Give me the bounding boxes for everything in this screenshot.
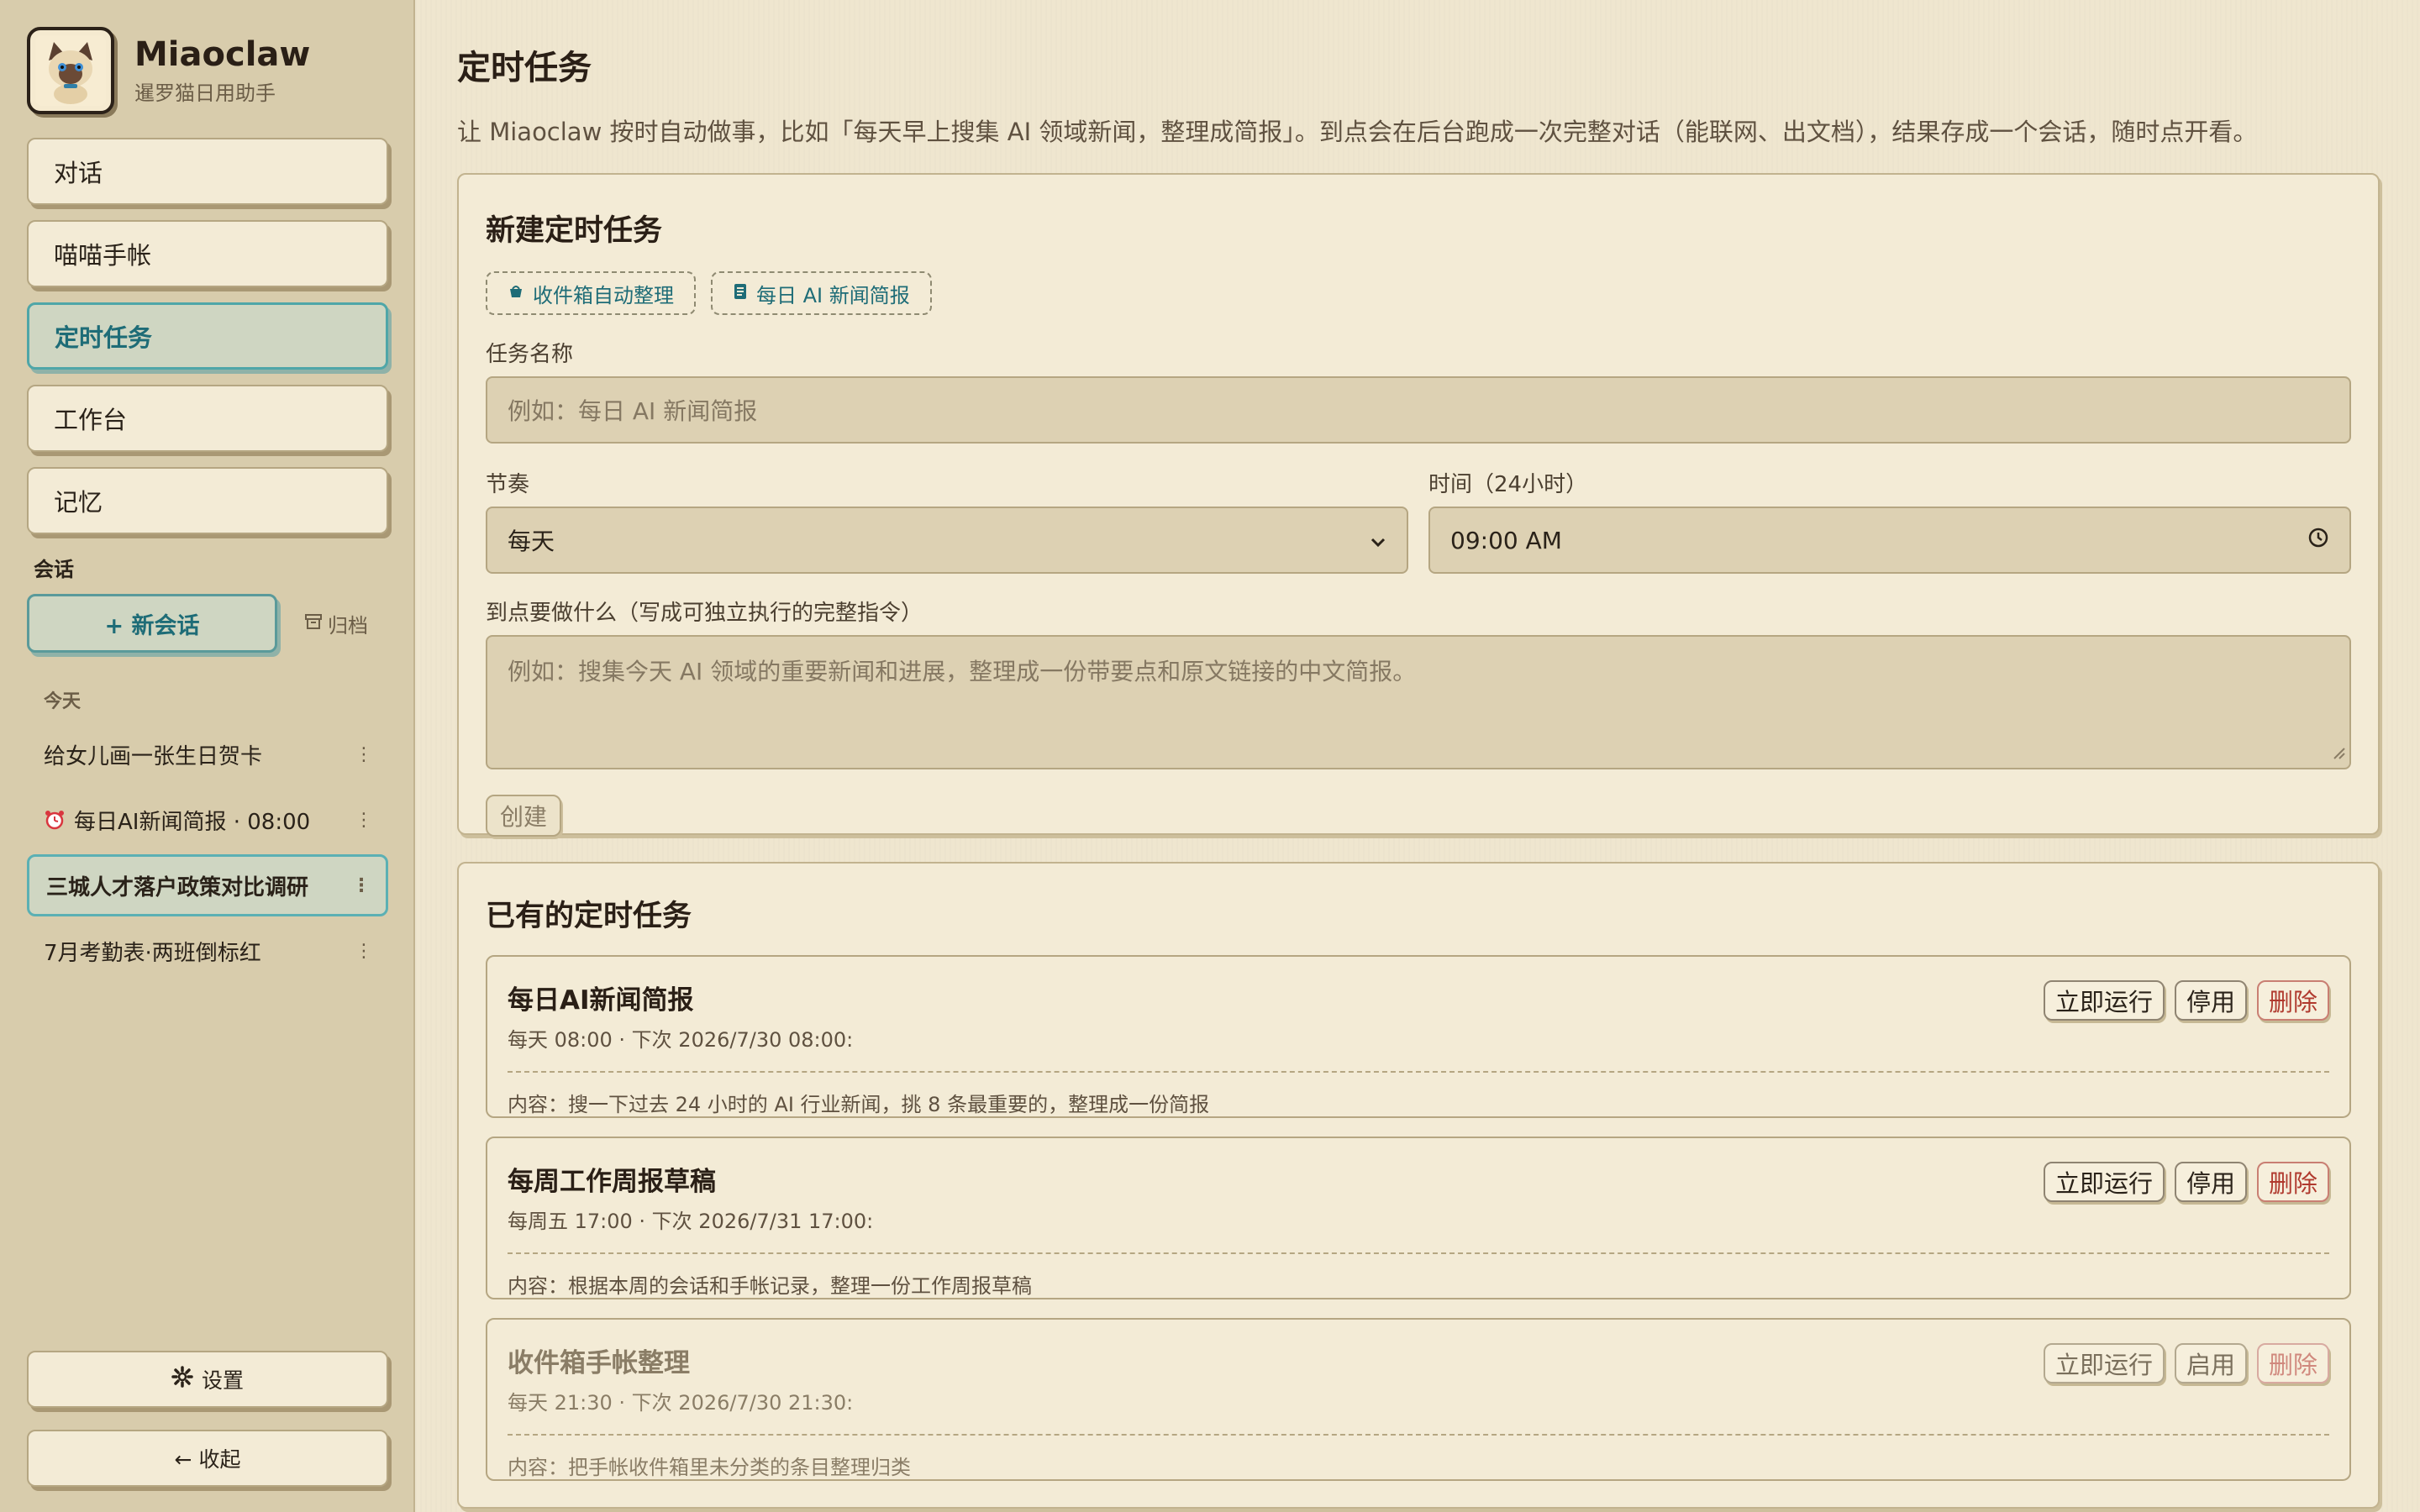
prompt-placeholder: 例如：搜集今天 AI 领域的重要新闻和进展，整理成一份带要点和原文链接的中文简报… <box>508 658 1417 685</box>
create-task-button[interactable]: 创建 <box>486 795 561 837</box>
toggle-task-button[interactable]: 停用 <box>2174 980 2247 1021</box>
task-name-label: 任务名称 <box>486 342 574 367</box>
template-label: 每日 AI 新闻简报 <box>756 283 910 307</box>
nav-item-label: 记忆 <box>54 488 103 517</box>
more-options-icon[interactable]: ⋮ <box>355 810 373 831</box>
nav-item-label: 喵喵手帐 <box>54 241 152 270</box>
existing-tasks-card: 已有的定时任务 每日AI新闻简报 每天 08:00 · 下次 2026/7/30… <box>457 862 2380 1509</box>
more-options-icon[interactable]: ⋮ <box>352 875 371 896</box>
task-item: 每日AI新闻简报 每天 08:00 · 下次 2026/7/30 08:00: … <box>486 955 2351 1118</box>
task-item: 收件箱手帐整理 每天 21:30 · 下次 2026/7/30 21:30: 立… <box>486 1318 2351 1481</box>
page-description: 让 Miaoclaw 按时自动做事，比如「每天早上搜集 AI 领域新闻，整理成简… <box>457 118 2258 146</box>
run-now-button[interactable]: 立即运行 <box>2043 980 2165 1021</box>
divider <box>508 1071 2329 1073</box>
archive-label: 归档 <box>328 613 368 638</box>
conversation-title: 三城人才落户政策对比调研 <box>46 874 309 900</box>
page-title: 定时任务 <box>457 49 592 87</box>
delete-task-button[interactable]: 删除 <box>2256 980 2329 1021</box>
task-name: 每周工作周报草稿 <box>508 1167 716 1197</box>
collapse-sidebar-button[interactable]: ← 收起 <box>27 1430 388 1487</box>
chevron-down-icon <box>1370 527 1386 554</box>
time-label: 时间（24小时） <box>1428 472 1588 497</box>
gear-icon <box>171 1366 193 1393</box>
prompt-textarea[interactable]: 例如：搜集今天 AI 领域的重要新闻和进展，整理成一份带要点和原文链接的中文简报… <box>486 635 2351 769</box>
nav-item-label: 对话 <box>54 159 103 187</box>
basket-icon <box>508 281 524 305</box>
list-item[interactable]: 每日AI新闻简报 · 08:00 ⋮ <box>27 789 388 851</box>
task-schedule: 每天 08:00 · 下次 2026/7/30 08:00: <box>508 1028 854 1052</box>
conversation-list: 给女儿画一张生日贺卡 ⋮ 每日AI新闻简报 · 08:00 ⋮ 三城人才落户政策… <box>27 723 388 982</box>
nav-item-label: 工作台 <box>54 406 128 434</box>
alarm-clock-icon <box>44 809 66 831</box>
nav-item-label: 定时任务 <box>55 323 153 352</box>
list-item[interactable]: 三城人才落户政策对比调研 ⋮ <box>27 854 388 916</box>
cadence-value: 每天 <box>508 528 555 555</box>
conversations-section-label: 会话 <box>34 558 74 581</box>
divider <box>508 1252 2329 1254</box>
task-name-input[interactable]: 例如：每日 AI 新闻简报 <box>486 376 2351 444</box>
nav-item-journal[interactable]: 喵喵手帐 <box>27 220 388 287</box>
template-label: 收件箱自动整理 <box>533 283 674 307</box>
brand: Miaoclaw 暹罗猫日用助手 <box>27 27 388 114</box>
app-subtitle: 暹罗猫日用助手 <box>134 81 276 105</box>
task-content: 内容：搜一下过去 24 小时的 AI 行业新闻，挑 8 条最重要的，整理成一份简… <box>508 1093 1210 1116</box>
divider <box>508 1434 2329 1436</box>
delete-task-button[interactable]: 删除 <box>2256 1343 2329 1383</box>
archive-button[interactable]: 归档 <box>304 609 368 638</box>
list-item[interactable]: 给女儿画一张生日贺卡 ⋮ <box>27 723 388 785</box>
more-options-icon[interactable]: ⋮ <box>355 941 373 962</box>
archive-box-icon <box>304 612 323 635</box>
template-news-button[interactable]: 每日 AI 新闻简报 <box>711 271 932 315</box>
task-schedule: 每周五 17:00 · 下次 2026/7/31 17:00: <box>508 1210 874 1233</box>
task-name: 每日AI新闻简报 <box>508 985 694 1016</box>
conversation-title: 每日AI新闻简报 · 08:00 <box>74 809 311 835</box>
task-content: 内容：根据本周的会话和手帐记录，整理一份工作周报草稿 <box>508 1274 1032 1298</box>
siamese-cat-logo-icon <box>27 27 114 114</box>
conversation-title: 给女儿画一张生日贺卡 <box>44 743 263 769</box>
cadence-select[interactable]: 每天 <box>486 507 1408 574</box>
time-input[interactable]: 09:00 AM <box>1428 507 2351 574</box>
conversation-group-label: 今天 <box>44 691 82 712</box>
template-list: 收件箱自动整理 每日 AI 新闻简报 <box>486 271 2351 315</box>
nav-item-memory[interactable]: 记忆 <box>27 467 388 534</box>
nav-item-chat[interactable]: 对话 <box>27 138 388 205</box>
app-name: Miaoclaw <box>134 34 311 74</box>
cadence-label: 节奏 <box>486 472 530 497</box>
more-options-icon[interactable]: ⋮ <box>355 744 373 765</box>
task-content: 内容：把手帐收件箱里未分类的条目整理归类 <box>508 1456 911 1479</box>
resize-handle-icon[interactable] <box>2331 738 2346 766</box>
new-conversation-button[interactable]: + 新会话 <box>27 594 277 653</box>
new-task-title: 新建定时任务 <box>486 214 663 248</box>
sidebar: Miaoclaw 暹罗猫日用助手 对话 喵喵手帐 定时任务 工作台 记忆 会话 … <box>0 0 415 1512</box>
run-now-button[interactable]: 立即运行 <box>2043 1162 2165 1202</box>
list-item[interactable]: 7月考勤表·两班倒标红 ⋮ <box>27 920 388 982</box>
task-schedule: 每天 21:30 · 下次 2026/7/30 21:30: <box>508 1391 854 1415</box>
delete-task-button[interactable]: 删除 <box>2256 1162 2329 1202</box>
run-now-button[interactable]: 立即运行 <box>2043 1343 2165 1383</box>
time-value: 09:00 AM <box>1450 526 1562 554</box>
task-name: 收件箱手帐整理 <box>508 1348 690 1378</box>
settings-label: 设置 <box>201 1368 244 1393</box>
settings-button[interactable]: 设置 <box>27 1351 388 1408</box>
main-nav: 对话 喵喵手帐 定时任务 工作台 记忆 <box>27 138 388 534</box>
toggle-task-button[interactable]: 启用 <box>2174 1343 2247 1383</box>
new-task-card: 新建定时任务 收件箱自动整理 每日 AI 新闻简报 任务名称 例如：每日 AI … <box>457 173 2380 837</box>
existing-tasks-title: 已有的定时任务 <box>486 900 692 933</box>
main-content: 定时任务 让 Miaoclaw 按时自动做事，比如「每天早上搜集 AI 领域新闻… <box>415 0 2420 1512</box>
prompt-label: 到点要做什么（写成可独立执行的完整指令） <box>486 601 923 626</box>
nav-item-workbench[interactable]: 工作台 <box>27 385 388 452</box>
nav-item-scheduled-tasks[interactable]: 定时任务 <box>27 302 388 370</box>
conversation-title: 7月考勤表·两班倒标红 <box>44 940 261 966</box>
clock-icon[interactable] <box>2307 527 2329 554</box>
toggle-task-button[interactable]: 停用 <box>2174 1162 2247 1202</box>
document-icon <box>733 281 748 305</box>
task-item: 每周工作周报草稿 每周五 17:00 · 下次 2026/7/31 17:00:… <box>486 1137 2351 1299</box>
template-inbox-button[interactable]: 收件箱自动整理 <box>486 271 696 315</box>
